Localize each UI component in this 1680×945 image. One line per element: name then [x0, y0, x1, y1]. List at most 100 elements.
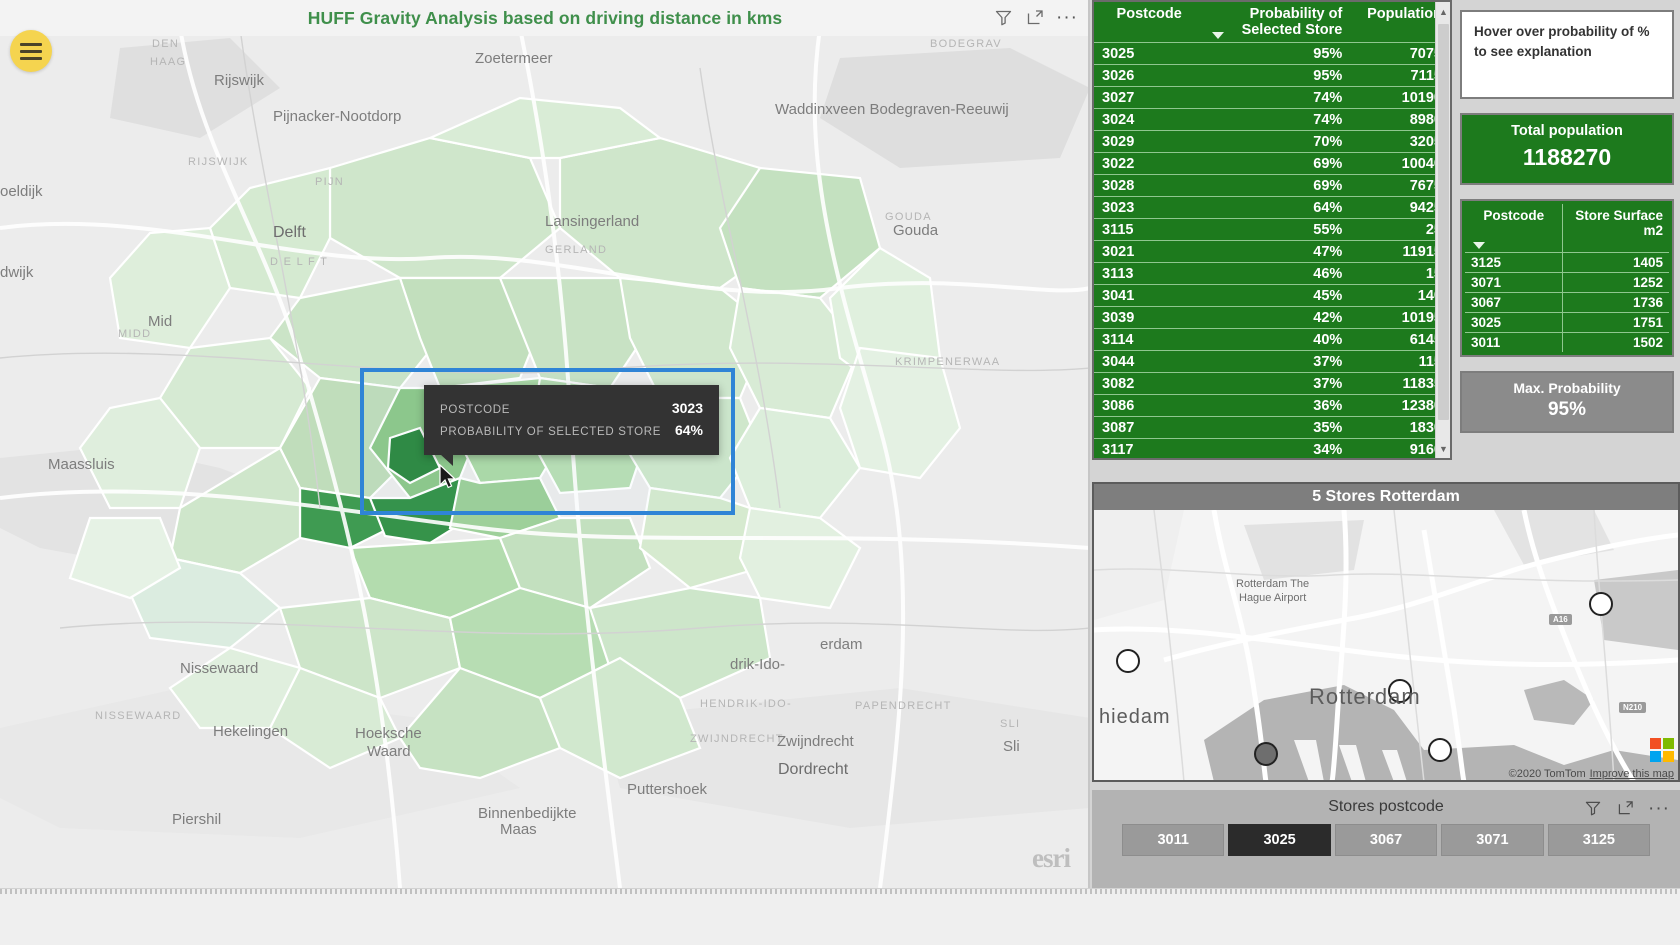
microsoft-logo-icon — [1650, 738, 1674, 762]
esri-logo: esri — [1032, 843, 1071, 873]
filter-icon[interactable] — [1578, 793, 1608, 823]
cell-postcode: 3113 — [1094, 262, 1205, 285]
table-row[interactable]: 3044 37% 115 — [1094, 350, 1450, 373]
hover-note-text: Hover over probability of % to see expla… — [1462, 12, 1672, 97]
cell-probability: 37% — [1204, 372, 1351, 395]
store-marker[interactable] — [1388, 679, 1412, 703]
cell-surface: 1751 — [1562, 312, 1669, 333]
cell-postcode: 3117 — [1094, 438, 1205, 458]
more-options-icon[interactable]: ··· — [1644, 793, 1674, 823]
menu-icon-bar — [20, 56, 42, 60]
menu-icon[interactable] — [10, 30, 52, 72]
bottom-divider — [0, 889, 1680, 894]
cell-postcode: 3067 — [1465, 292, 1564, 313]
sort-descending-icon — [1212, 32, 1225, 39]
table-row[interactable]: 3114 40% 6145 — [1094, 328, 1450, 351]
table-row[interactable]: 3011 1502 — [1465, 332, 1669, 352]
column-header-probability[interactable]: Probability of Selected Store — [1204, 2, 1351, 43]
cell-postcode: 3025 — [1465, 312, 1564, 333]
cell-probability: 47% — [1204, 240, 1351, 263]
slicer-option-3011[interactable]: 3011 — [1122, 824, 1225, 856]
scroll-up-arrow-icon[interactable]: ▲ — [1436, 4, 1450, 19]
table-row[interactable]: 3087 35% 1830 — [1094, 416, 1450, 439]
column-header-postcode[interactable]: Postcode — [1465, 204, 1564, 253]
column-header-label: Store Surface m2 — [1575, 208, 1663, 238]
stores-map-geometry — [1094, 510, 1678, 780]
table-row[interactable]: 3071 1252 — [1465, 272, 1669, 293]
tooltip-row: PROBABILITY OF SELECTED STORE 64% — [440, 419, 703, 441]
table-row[interactable]: 3082 37% 11835 — [1094, 372, 1450, 395]
store-marker[interactable] — [1116, 649, 1140, 673]
probability-table: Postcode Probability of Selected Store P… — [1094, 2, 1450, 458]
bottom-bar — [0, 888, 1680, 945]
cell-postcode: 3026 — [1094, 64, 1205, 87]
table-row[interactable]: 3025 95% 7075 — [1094, 42, 1450, 65]
table-row[interactable]: 3029 70% 3205 — [1094, 130, 1450, 153]
cell-probability: 40% — [1204, 328, 1351, 351]
table-row[interactable]: 3022 69% 10040 — [1094, 152, 1450, 175]
tooltip-value: 3023 — [671, 400, 703, 416]
table-row[interactable]: 3028 69% 7675 — [1094, 174, 1450, 197]
cell-postcode: 3115 — [1094, 218, 1205, 241]
column-header-store-surface[interactable]: Store Surface m2 — [1563, 204, 1669, 253]
cell-postcode: 3025 — [1094, 42, 1205, 65]
table-row[interactable]: 3041 45% 140 — [1094, 284, 1450, 307]
slicer-option-3067[interactable]: 3067 — [1334, 824, 1438, 856]
tomtom-credit-text: ©2020 TomTom — [1508, 768, 1586, 780]
table-row[interactable]: 3117 34% 9160 — [1094, 438, 1450, 458]
filter-icon[interactable] — [988, 2, 1018, 32]
slicer-option-3071[interactable]: 3071 — [1441, 824, 1544, 856]
stores-map-panel: 5 Stores Rotterdam Rotterdam The Hague A… — [1092, 482, 1680, 782]
cell-postcode: 3086 — [1094, 394, 1205, 417]
focus-mode-icon[interactable] — [1611, 793, 1641, 823]
total-population-title: Total population — [1511, 123, 1623, 139]
cell-probability: 95% — [1204, 64, 1351, 87]
table-row[interactable]: 3023 64% 9425 — [1094, 196, 1450, 219]
store-marker[interactable] — [1428, 738, 1452, 762]
improve-map-link[interactable]: Improve this map — [1590, 768, 1674, 780]
cell-postcode: 3082 — [1094, 372, 1205, 395]
table-row[interactable]: 3115 55% 25 — [1094, 218, 1450, 241]
max-probability-value: 95% — [1547, 399, 1587, 420]
cell-probability: 74% — [1204, 108, 1351, 131]
scroll-down-arrow-icon[interactable]: ▼ — [1436, 441, 1450, 456]
map-tooltip: POSTCODE 3023 PROBABILITY OF SELECTED ST… — [424, 385, 719, 466]
slicer-option-3125[interactable]: 3125 — [1547, 824, 1651, 856]
column-header-label: Postcode — [1116, 6, 1182, 22]
stores-map-canvas[interactable]: Rotterdam The Hague Airport Rotterdam hieda… — [1094, 510, 1678, 780]
cell-postcode: 3044 — [1094, 350, 1205, 373]
table-header-row: Postcode Probability of Selected Store P… — [1094, 2, 1450, 43]
cell-postcode: 3114 — [1094, 328, 1205, 351]
table-row[interactable]: 3039 42% 10195 — [1094, 306, 1450, 329]
column-header-postcode[interactable]: Postcode — [1094, 2, 1205, 43]
slicer-option-3025[interactable]: 3025 — [1228, 824, 1331, 856]
tooltip-label: POSTCODE — [440, 404, 511, 416]
table-row[interactable]: 3024 74% 8980 — [1094, 108, 1450, 131]
cell-postcode: 3028 — [1094, 174, 1205, 197]
cell-probability: 46% — [1204, 262, 1351, 285]
cell-postcode: 3011 — [1465, 332, 1564, 352]
scrollbar-thumb[interactable] — [1438, 24, 1449, 420]
main-map-panel: HUFF Gravity Analysis based on driving d… — [0, 0, 1090, 888]
table-row[interactable]: 3125 1405 — [1465, 252, 1669, 273]
column-header-label: Population — [1367, 6, 1442, 22]
table-row[interactable]: 3067 1736 — [1465, 292, 1669, 313]
cell-postcode: 3125 — [1465, 252, 1564, 273]
table-row[interactable]: 3026 95% 7115 — [1094, 64, 1450, 87]
store-marker[interactable] — [1589, 592, 1613, 616]
table-row[interactable]: 3113 46% 15 — [1094, 262, 1450, 285]
store-marker-selected[interactable] — [1254, 742, 1278, 766]
table-row[interactable]: 3025 1751 — [1465, 312, 1669, 333]
side-cards: Hover over probability of % to see expla… — [1460, 10, 1674, 447]
probability-table-scrollbar[interactable]: ▲ ▼ — [1435, 2, 1450, 458]
store-surface-table: Postcode Store Surface m2 3125 1405 3071 12… — [1465, 204, 1669, 352]
cell-postcode: 3039 — [1094, 306, 1205, 329]
table-row[interactable]: 3027 74% 10190 — [1094, 86, 1450, 109]
table-row[interactable]: 3086 36% 12380 — [1094, 394, 1450, 417]
more-options-icon[interactable]: ··· — [1052, 2, 1082, 32]
page-title: HUFF Gravity Analysis based on driving d… — [307, 7, 783, 28]
table-row[interactable]: 3021 47% 11915 — [1094, 240, 1450, 263]
focus-mode-icon[interactable] — [1020, 2, 1050, 32]
map-attribution: ©2020 TomTom Improve this map — [1509, 768, 1674, 780]
slicer-header: Stores postcode ··· — [1092, 790, 1680, 824]
